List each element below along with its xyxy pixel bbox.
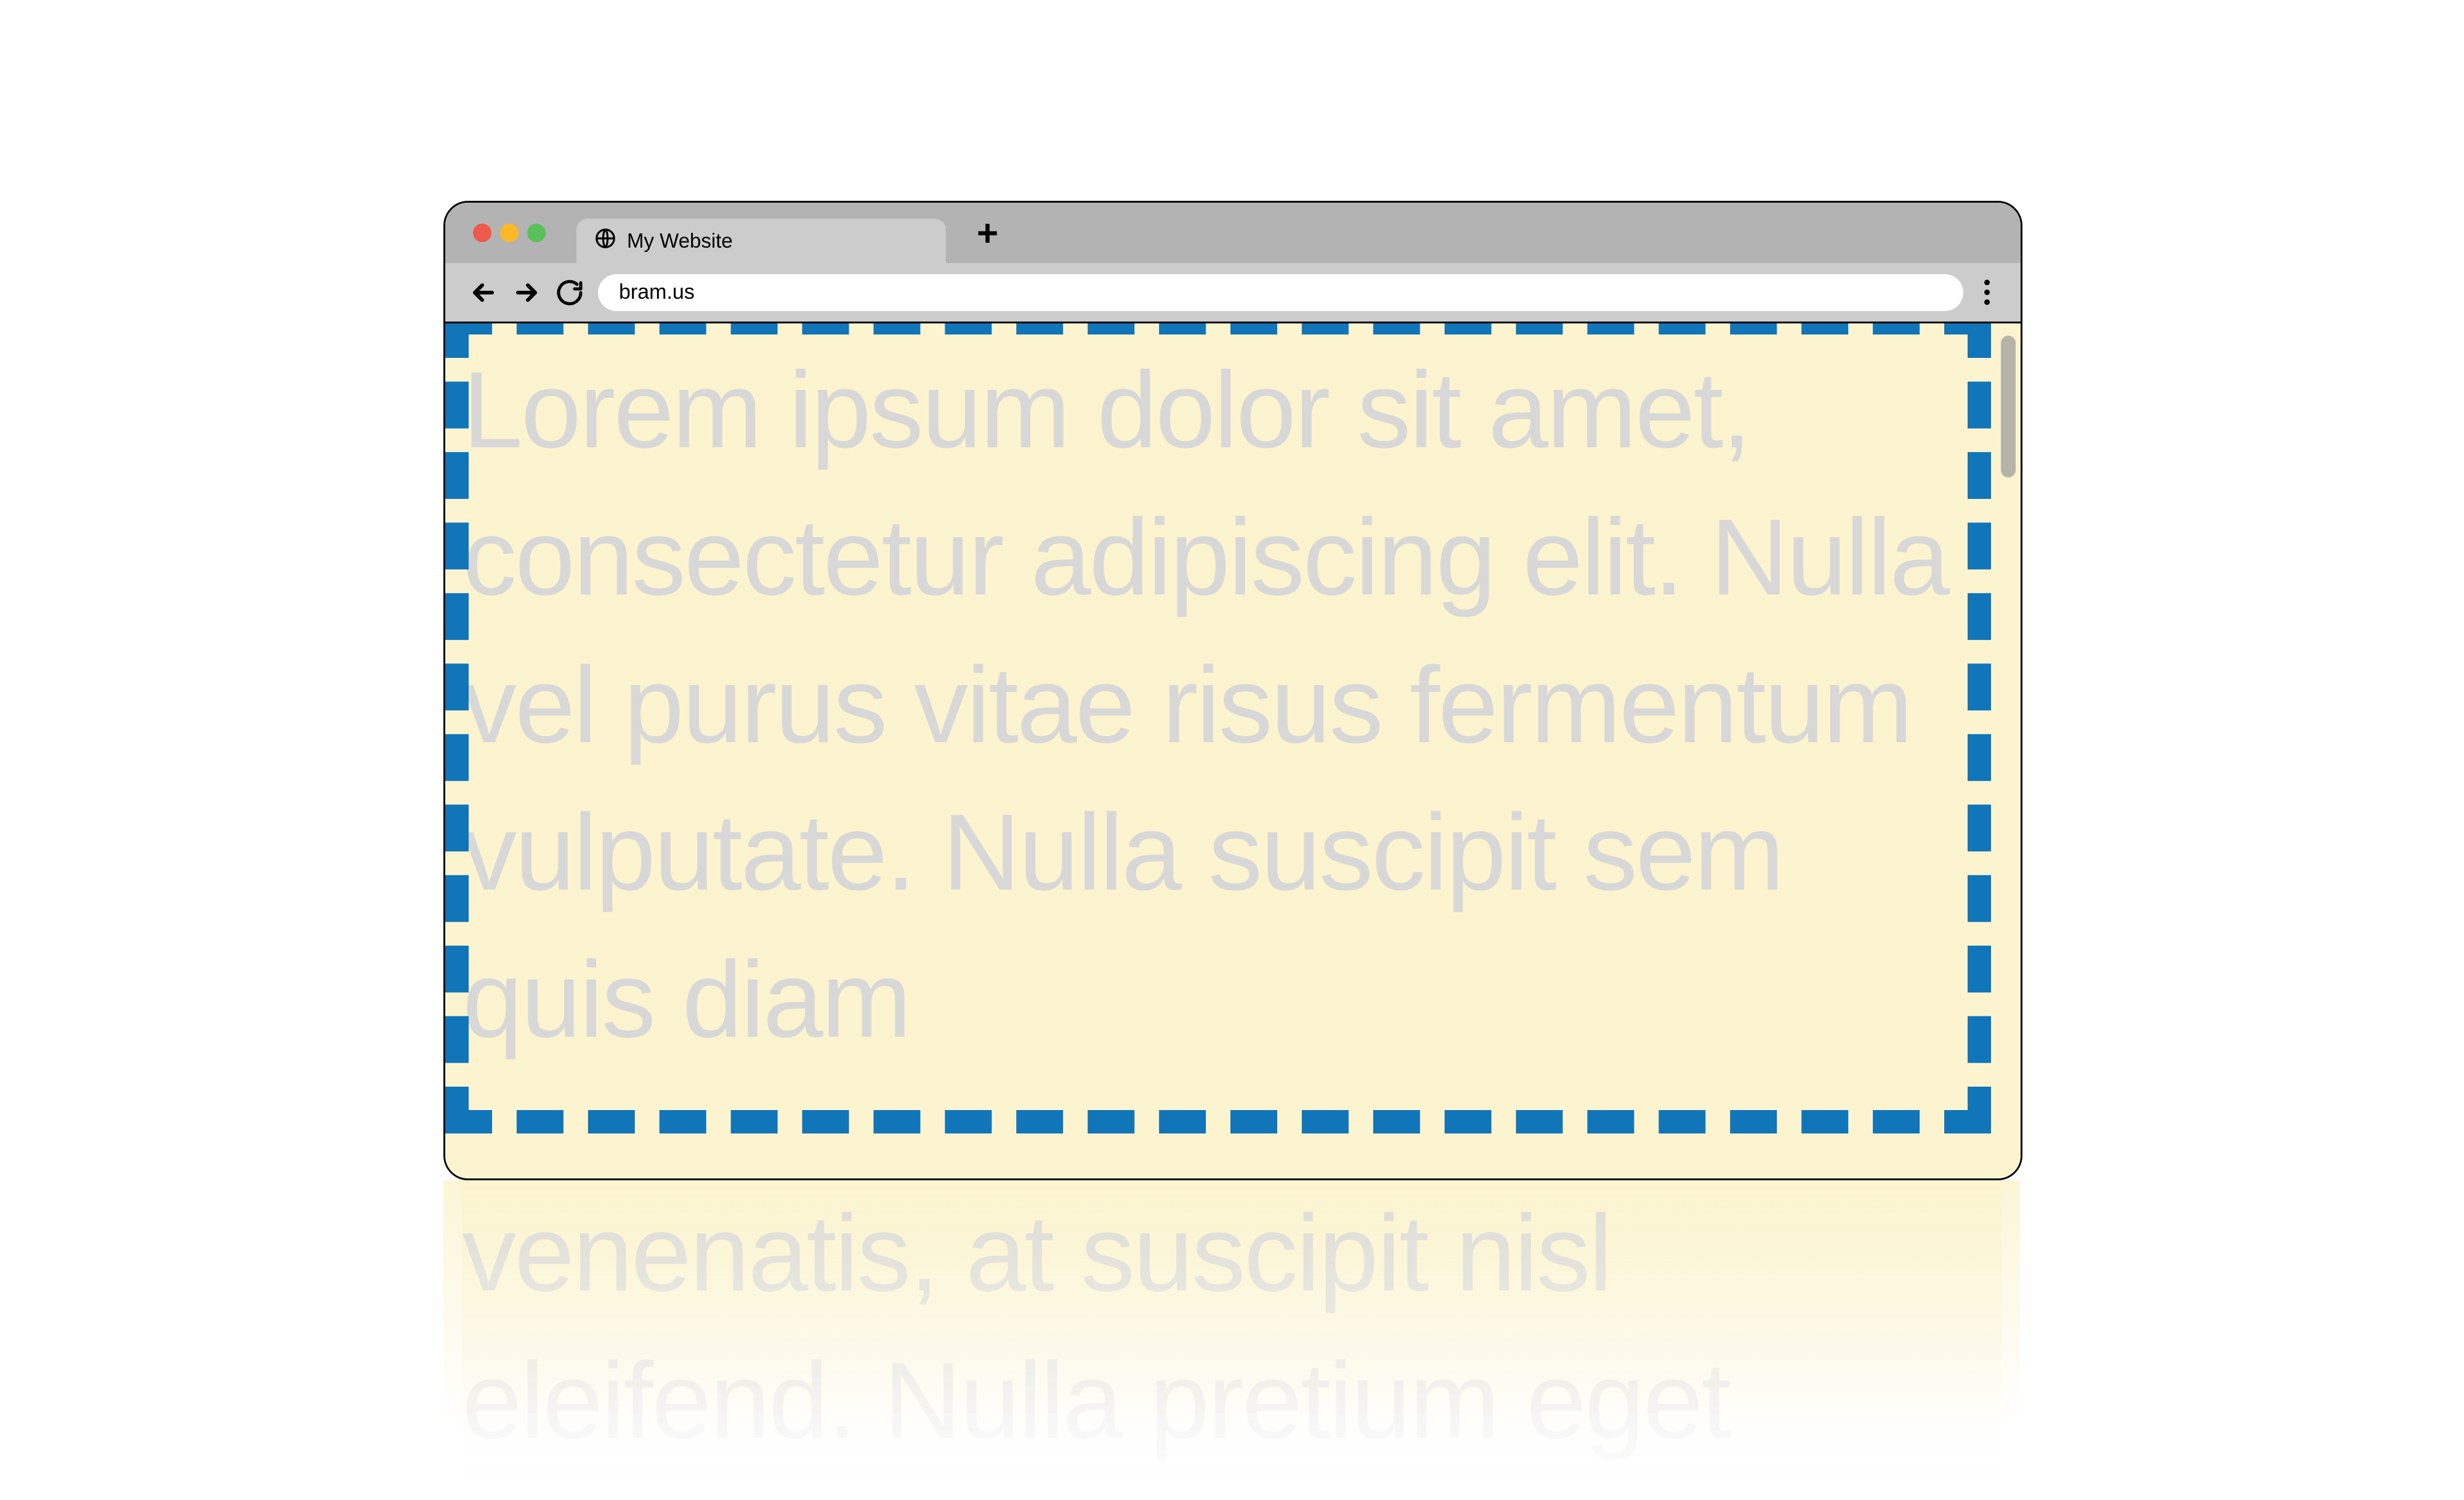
new-tab-button[interactable]: + [977,212,998,254]
browser-window: My Website + bram.us Lorem ipsum dolor s… [443,201,2022,1180]
forward-button[interactable] [512,278,541,307]
maximize-window-icon[interactable] [527,224,546,242]
traffic-lights[interactable] [473,224,546,242]
close-window-icon[interactable] [473,224,491,242]
scrollbar-thumb[interactable] [2001,336,2016,477]
site-icon [594,227,617,255]
tab-title: My Website [627,229,733,253]
tab-bar: My Website + [445,203,2021,263]
reload-button[interactable] [555,278,584,307]
page-viewport[interactable]: Lorem ipsum dolor sit amet, consectetur … [445,323,2021,1178]
page-body-text: Lorem ipsum dolor sit amet, consectetur … [445,323,2021,1074]
back-button[interactable] [469,278,498,307]
minimize-window-icon[interactable] [500,224,519,242]
browser-tab[interactable]: My Website [576,219,946,263]
address-bar[interactable]: bram.us [598,274,1963,311]
browser-menu-button[interactable] [1977,280,1997,305]
page-overflow-text: venenatis, at suscipit nisl eleifend. Nu… [462,1180,2001,1500]
address-url: bram.us [619,280,695,304]
toolbar: bram.us [445,263,2021,323]
